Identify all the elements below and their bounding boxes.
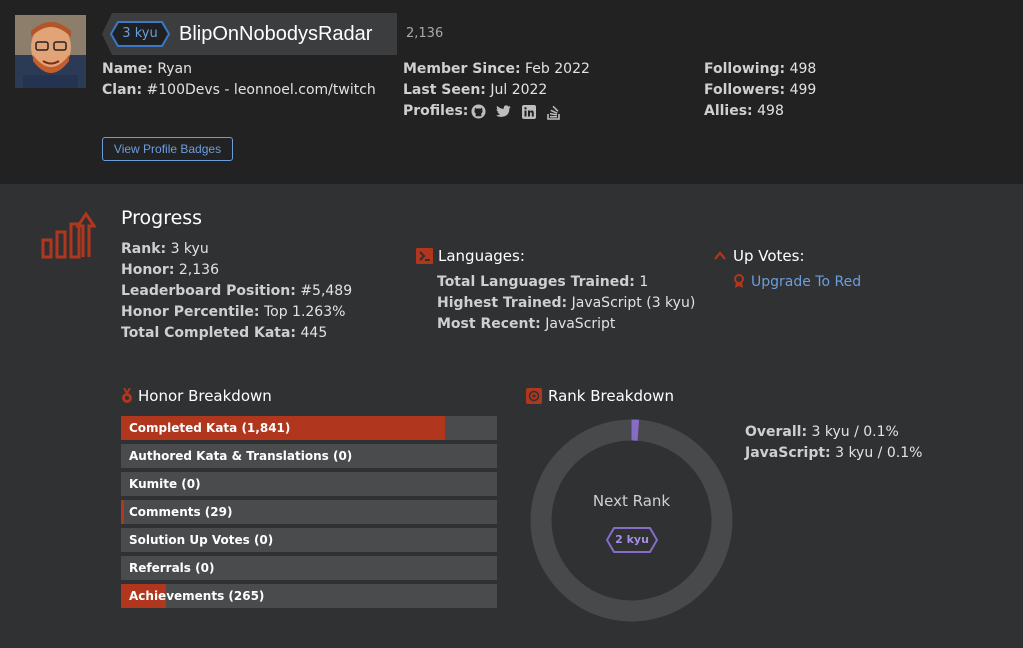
linkedin-icon[interactable] bbox=[520, 103, 537, 120]
info-following[interactable]: Following: 498 bbox=[704, 59, 816, 80]
languages-highest-label: Highest Trained: bbox=[437, 295, 568, 311]
honor-bar-authored: Authored Kata & Translations (0) bbox=[121, 444, 497, 468]
honor-bar-label: Referrals (0) bbox=[129, 561, 215, 575]
languages-trained: Total Languages Trained: 1 bbox=[437, 272, 648, 293]
rank-overall: Overall: 3 kyu / 0.1% bbox=[745, 422, 899, 443]
github-icon[interactable] bbox=[470, 103, 487, 120]
info-profiles: Profiles: bbox=[403, 101, 468, 122]
target-icon bbox=[526, 388, 542, 404]
rank-progress-ring bbox=[530, 419, 733, 622]
stat-rank: Rank: 3 kyu bbox=[121, 239, 209, 260]
languages-recent-value: JavaScript bbox=[545, 316, 616, 332]
honor-bar-referrals: Referrals (0) bbox=[121, 556, 497, 580]
honor-bar-achievements: Achievements (265) bbox=[121, 584, 497, 608]
stat-percentile-label: Honor Percentile: bbox=[121, 304, 260, 320]
rank-javascript-value: 3 kyu / 0.1% bbox=[835, 445, 923, 461]
rank-javascript-label: JavaScript: bbox=[745, 445, 831, 461]
rank-javascript: JavaScript: 3 kyu / 0.1% bbox=[745, 443, 922, 464]
following-value: 498 bbox=[789, 61, 817, 77]
ribbon-icon bbox=[734, 274, 744, 288]
chevron-up-icon bbox=[714, 251, 726, 260]
stat-rank-value: 3 kyu bbox=[170, 241, 209, 257]
honor-bar-label: Solution Up Votes (0) bbox=[129, 533, 274, 547]
honor-bar-comments: Comments (29) bbox=[121, 500, 497, 524]
stat-leaderboard-label: Leaderboard Position: bbox=[121, 283, 296, 299]
following-label: Following: bbox=[704, 61, 786, 77]
progress-title: Progress bbox=[121, 207, 203, 229]
honor-bar-completed-kata: Completed Kata (1,841) bbox=[121, 416, 497, 440]
honor-score: 2,136 bbox=[406, 26, 444, 41]
member-since-value: Feb 2022 bbox=[525, 61, 590, 77]
languages-trained-value: 1 bbox=[639, 274, 649, 290]
followers-value: 499 bbox=[789, 82, 817, 98]
next-rank-value: 2 kyu bbox=[615, 533, 649, 546]
stat-kata-label: Total Completed Kata: bbox=[121, 325, 297, 341]
info-name-label: Name: bbox=[102, 61, 153, 77]
upvotes-title: Up Votes: bbox=[733, 247, 805, 265]
allies-value: 498 bbox=[757, 103, 784, 119]
info-clan: Clan: #100Devs - leonnoel.com/twitch bbox=[102, 80, 376, 101]
avatar[interactable] bbox=[15, 15, 86, 88]
view-profile-badges-button[interactable]: View Profile Badges bbox=[102, 137, 233, 161]
stat-leaderboard-value: #5,489 bbox=[300, 283, 353, 299]
languages-recent: Most Recent: JavaScript bbox=[437, 314, 615, 335]
honor-bar-label: Comments (29) bbox=[129, 505, 233, 519]
honor-bar-kumite: Kumite (0) bbox=[121, 472, 497, 496]
info-clan-label: Clan: bbox=[102, 82, 143, 98]
profile-header: 3 kyu BlipOnNobodysRadar 2,136 Name: Rya… bbox=[0, 0, 1023, 184]
languages-recent-label: Most Recent: bbox=[437, 316, 541, 332]
honor-bar-label: Authored Kata & Translations (0) bbox=[129, 449, 353, 463]
stat-honor-label: Honor: bbox=[121, 262, 175, 278]
honor-bar-label: Kumite (0) bbox=[129, 477, 201, 491]
stat-honor-value: 2,136 bbox=[178, 262, 219, 278]
progress-chart-icon bbox=[41, 211, 96, 259]
member-since-label: Member Since: bbox=[403, 61, 521, 77]
honor-bar-label: Achievements (265) bbox=[129, 589, 265, 603]
profiles-label: Profiles: bbox=[403, 103, 469, 119]
last-seen-value: Jul 2022 bbox=[490, 82, 548, 98]
stat-kata-value: 445 bbox=[300, 325, 328, 341]
terminal-icon bbox=[416, 248, 433, 264]
honor-bar-label: Completed Kata (1,841) bbox=[129, 421, 291, 435]
stat-percentile-value: Top 1.263% bbox=[263, 304, 346, 320]
languages-title: Languages: bbox=[438, 247, 525, 265]
languages-trained-label: Total Languages Trained: bbox=[437, 274, 635, 290]
rank-breakdown-title: Rank Breakdown bbox=[548, 387, 674, 405]
twitter-icon[interactable] bbox=[495, 103, 512, 120]
info-clan-value: #100Devs - leonnoel.com/twitch bbox=[146, 82, 376, 98]
stat-kata: Total Completed Kata: 445 bbox=[121, 323, 327, 344]
last-seen-label: Last Seen: bbox=[403, 82, 486, 98]
languages-highest-value: JavaScript (3 kyu) bbox=[571, 295, 696, 311]
stackoverflow-icon[interactable] bbox=[545, 103, 562, 120]
next-rank-label: Next Rank bbox=[592, 492, 671, 510]
honor-bar-fill bbox=[121, 500, 124, 524]
profile-links bbox=[470, 101, 562, 122]
stat-leaderboard: Leaderboard Position: #5,489 bbox=[121, 281, 352, 302]
info-followers[interactable]: Followers: 499 bbox=[704, 80, 816, 101]
stat-percentile: Honor Percentile: Top 1.263% bbox=[121, 302, 345, 323]
info-allies[interactable]: Allies: 498 bbox=[704, 101, 784, 122]
honor-bar-solution-upvotes: Solution Up Votes (0) bbox=[121, 528, 497, 552]
rank-overall-label: Overall: bbox=[745, 424, 808, 440]
info-name-value: Ryan bbox=[157, 61, 193, 77]
allies-label: Allies: bbox=[704, 103, 753, 119]
info-name: Name: Ryan bbox=[102, 59, 192, 80]
honor-breakdown-title: Honor Breakdown bbox=[138, 387, 272, 405]
upgrade-to-red-link[interactable]: Upgrade To Red bbox=[751, 272, 861, 292]
followers-label: Followers: bbox=[704, 82, 786, 98]
rank-badge-label: 3 kyu bbox=[122, 26, 158, 41]
languages-highest: Highest Trained: JavaScript (3 kyu) bbox=[437, 293, 695, 314]
info-member-since: Member Since: Feb 2022 bbox=[403, 59, 590, 80]
username: BlipOnNobodysRadar bbox=[179, 23, 373, 45]
rank-overall-value: 3 kyu / 0.1% bbox=[811, 424, 899, 440]
info-last-seen: Last Seen: Jul 2022 bbox=[403, 80, 547, 101]
medal-icon bbox=[122, 388, 132, 403]
stat-honor: Honor: 2,136 bbox=[121, 260, 219, 281]
stat-rank-label: Rank: bbox=[121, 241, 167, 257]
